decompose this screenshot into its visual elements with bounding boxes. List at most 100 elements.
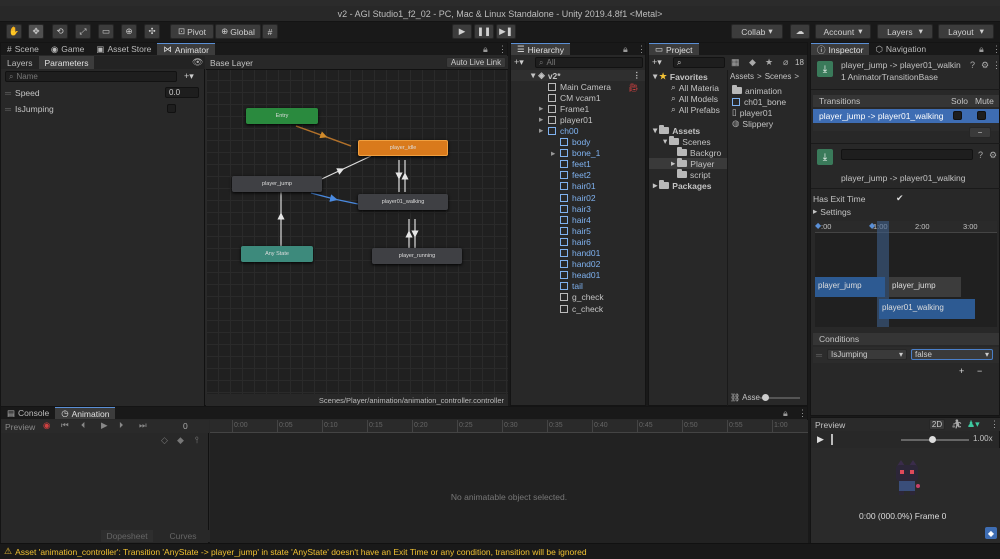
filter-keyframes-icon[interactable]: ◇ <box>161 435 168 446</box>
player-folder[interactable]: ▸ Player <box>649 158 727 169</box>
tab-inspector[interactable]: ⓘ Inspector <box>811 43 870 55</box>
slider-thumb[interactable] <box>929 436 936 443</box>
assets-folder[interactable]: ▾ Assets <box>653 125 700 136</box>
file-slippery[interactable]: ◍ Slippery <box>732 118 773 129</box>
speed-value-field[interactable]: 0.0 <box>165 87 199 98</box>
rect-tool-icon[interactable]: ▭ <box>98 24 114 39</box>
hierarchy-search-input[interactable]: ⌕ All <box>535 57 643 68</box>
project-search-input[interactable]: ⌕ <box>673 57 725 68</box>
packages-folder[interactable]: ▸ Packages <box>653 180 712 191</box>
tab-animation[interactable]: ◷ Animation <box>55 407 116 419</box>
file-ch01-bone[interactable]: ch01_bone <box>732 96 786 107</box>
backgro-folder[interactable]: Backgro <box>677 147 721 158</box>
pivot-button[interactable]: ⊡ Pivot <box>170 24 214 39</box>
tab-hierarchy[interactable]: ☰ Hierarchy <box>511 43 570 55</box>
state-player-idle[interactable]: player_idle <box>358 140 448 156</box>
tab-asset-store[interactable]: ▣ Asset Store <box>90 43 157 55</box>
scale-tool-icon[interactable]: ⤢ <box>75 24 91 39</box>
remove-transition-button[interactable]: − <box>969 127 991 138</box>
help-icon[interactable]: ? <box>970 60 975 70</box>
state-player-running[interactable]: player_running <box>372 248 462 264</box>
curves-tab[interactable]: Curves <box>157 530 209 542</box>
account-button[interactable]: Account ▾ <box>815 24 871 39</box>
animation-timeline[interactable]: 0:00 0:05 0:10 0:15 0:20 0:25 0:30 0:35 0:40 0:45… <box>210 420 808 543</box>
remove-condition-button[interactable]: − <box>977 366 982 376</box>
chevron-right-icon[interactable]: ▸ <box>539 125 548 136</box>
step-button[interactable]: ▶❚ <box>496 24 516 39</box>
state-any-state[interactable]: Any State <box>241 246 313 262</box>
fav-all-prefabs[interactable]: ⌕ All Prefabs <box>671 104 720 115</box>
scenes-folder[interactable]: ▾ Scenes <box>663 136 711 147</box>
hierarchy-item[interactable]: hand01 <box>551 248 600 259</box>
record-button[interactable]: ◉ <box>43 420 50 431</box>
chevron-right-icon[interactable]: ▸ <box>551 148 560 159</box>
cloud-icon[interactable]: ☁ <box>790 24 810 39</box>
layers-button[interactable]: Layers ▾ <box>877 24 933 39</box>
add-condition-button[interactable]: + <box>959 366 964 376</box>
kebab-menu-icon[interactable]: ⋮ <box>633 70 642 81</box>
settings-gear-icon[interactable]: ⚙ <box>989 150 997 161</box>
transition-list-item[interactable]: player_jump -> player01_walking <box>813 109 999 123</box>
settings-foldout[interactable]: ▸ Settings <box>813 206 851 217</box>
add-parameter-button[interactable]: +▾ <box>184 71 194 82</box>
add-keyframe-icon[interactable]: ◆ <box>177 435 184 446</box>
custom-tool-icon[interactable]: ✣ <box>144 24 160 39</box>
collab-button[interactable]: Collab ▾ <box>731 24 783 39</box>
preview-2d-toggle[interactable]: 2D <box>929 419 945 430</box>
hierarchy-item[interactable]: hair6 <box>551 236 591 247</box>
kebab-menu-icon[interactable]: ⋮ <box>637 44 646 55</box>
rotate-tool-icon[interactable]: ⟲ <box>52 24 68 39</box>
isjumping-checkbox[interactable] <box>167 104 176 113</box>
tab-animator[interactable]: ⋈ Animator <box>157 43 215 55</box>
subtab-layers[interactable]: Layers <box>1 56 39 69</box>
hierarchy-item[interactable]: ▸ player01 <box>539 114 593 125</box>
create-button[interactable]: +▾ <box>514 57 524 68</box>
mute-checkbox[interactable] <box>977 111 986 120</box>
lock-icon[interactable]: 🔒︎ <box>623 44 628 55</box>
file-animation[interactable]: animation <box>732 85 782 96</box>
transform-tool-icon[interactable]: ⊕ <box>121 24 137 39</box>
preview-toggle[interactable]: Preview <box>5 422 35 432</box>
hierarchy-item[interactable]: ▸ bone_1 <box>551 148 600 159</box>
kebab-menu-icon[interactable]: ⋮ <box>498 44 507 55</box>
preview-viewport[interactable]: 0:00 (000.0%) Frame 0 ◆ <box>811 448 1000 543</box>
asset-bundle-icon[interactable]: ◆ <box>985 527 997 539</box>
hierarchy-item[interactable]: hair4 <box>551 214 591 225</box>
kebab-menu-icon[interactable]: ⋮ <box>992 60 1000 71</box>
hierarchy-item[interactable]: c_check <box>551 303 603 314</box>
kebab-menu-icon[interactable]: ⋮ <box>798 408 807 419</box>
next-key-button[interactable]: ⏵ <box>119 420 123 431</box>
condition-parameter-dropdown[interactable]: IsJumping ▾ <box>827 349 907 360</box>
add-event-icon[interactable]: ⫯ <box>195 435 199 446</box>
filter-type-icon[interactable]: ▦ <box>731 57 740 68</box>
solo-checkbox[interactable] <box>953 111 962 120</box>
global-button[interactable]: ⊕ Global <box>215 24 261 39</box>
tab-project[interactable]: ▭ Project <box>649 43 699 55</box>
grid-snap-icon[interactable]: # <box>262 24 278 39</box>
transition-start-marker[interactable]: ◆ <box>815 221 821 230</box>
script-folder[interactable]: script <box>677 169 710 180</box>
kebab-menu-icon[interactable]: ⋮ <box>992 44 1000 55</box>
scene-root[interactable]: ▾ ◈ v2* ⋮ <box>511 70 645 81</box>
dopesheet-tab[interactable]: Dopesheet <box>101 530 153 542</box>
hierarchy-item[interactable]: hair02 <box>551 192 596 203</box>
fav-all-materials[interactable]: ⌕ All Materia <box>671 82 719 93</box>
file-player01[interactable]: ▯ player01 <box>732 107 772 118</box>
hierarchy-item[interactable]: g_check <box>551 292 604 303</box>
hierarchy-item[interactable]: ▸ Frame1 <box>539 103 589 114</box>
filter-label-icon[interactable]: ◆ <box>749 57 756 68</box>
hierarchy-item[interactable]: head01 <box>551 270 600 281</box>
hierarchy-item[interactable]: hair3 <box>551 203 591 214</box>
eye-icon[interactable]: 👁︎ <box>192 57 203 68</box>
preview-play-button[interactable]: ▶ <box>817 434 824 445</box>
transition-name-field[interactable] <box>841 149 973 160</box>
hierarchy-item[interactable]: body <box>551 137 590 148</box>
favorites-header[interactable]: ▾ ★ Favorites <box>653 71 708 82</box>
hierarchy-item[interactable]: hand02 <box>551 259 600 270</box>
favorite-star-icon[interactable]: ★ <box>765 57 773 68</box>
avatar-icon[interactable]: ♟▾ <box>967 419 980 430</box>
preview-timeline-cursor[interactable] <box>831 434 833 445</box>
has-exit-time-checkbox[interactable]: ✔ <box>896 193 904 204</box>
hierarchy-item[interactable]: hair01 <box>551 181 596 192</box>
kebab-menu-icon[interactable]: ⋮ <box>990 419 999 430</box>
